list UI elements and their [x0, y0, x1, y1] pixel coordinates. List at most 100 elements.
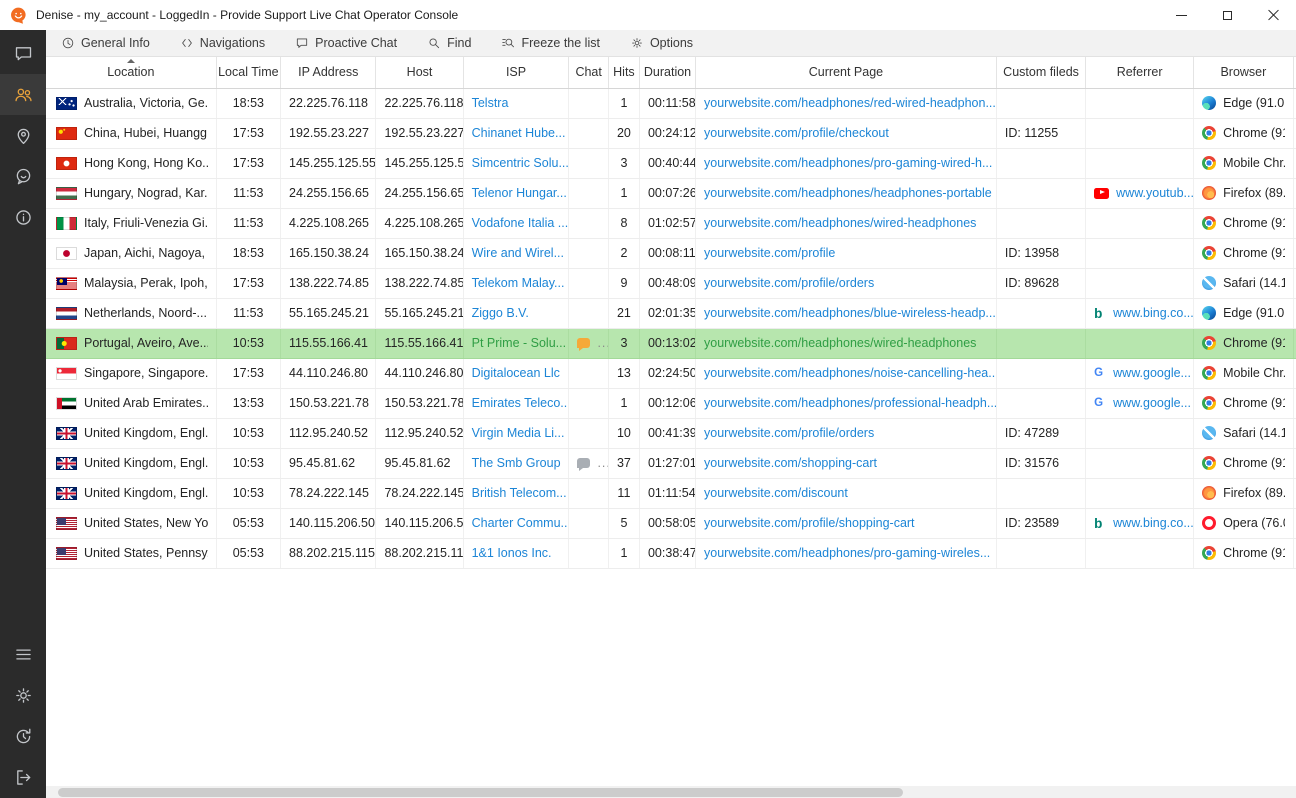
column-header-location[interactable]: Location: [46, 57, 216, 88]
browser-cell: Chrome (91...: [1194, 448, 1294, 478]
chat-more-text: ...: [597, 456, 608, 470]
sidebar-item-logout[interactable]: [0, 757, 46, 798]
isp-link[interactable]: Ziggo B.V.: [472, 306, 529, 320]
isp-link[interactable]: The Smb Group: [472, 456, 561, 470]
current-page-link[interactable]: yourwebsite.com/headphones/pro-gaming-wi…: [704, 156, 992, 170]
column-header-browser[interactable]: Browser: [1194, 57, 1294, 88]
referrer-link[interactable]: www.google...: [1113, 396, 1191, 410]
sidebar-item-menu[interactable]: [0, 634, 46, 675]
column-header-isp[interactable]: ISP: [463, 57, 569, 88]
current-page-link[interactable]: yourwebsite.com/profile/checkout: [704, 126, 889, 140]
visitor-row[interactable]: China, Hubei, Huangg...17:53192.55.23.22…: [46, 118, 1296, 148]
referrer-link[interactable]: www.youtub...: [1116, 186, 1193, 200]
current-page-link[interactable]: yourwebsite.com/headphones/wired-headpho…: [704, 336, 976, 350]
visitor-row[interactable]: United States, Pennsy...05:5388.202.215.…: [46, 538, 1296, 568]
visitor-row[interactable]: United Kingdom, Engl...10:5378.24.222.14…: [46, 478, 1296, 508]
current-page-link[interactable]: yourwebsite.com/headphones/red-wired-hea…: [704, 96, 996, 110]
horizontal-scrollbar[interactable]: [46, 786, 1296, 798]
referrer-link[interactable]: www.bing.co...: [1113, 306, 1193, 320]
toolbar-find[interactable]: Find: [427, 36, 471, 50]
visitor-row[interactable]: United Arab Emirates...13:53150.53.221.7…: [46, 388, 1296, 418]
visitor-row[interactable]: Japan, Aichi, Nagoya, ...18:53165.150.38…: [46, 238, 1296, 268]
referrer-cell: [1086, 448, 1194, 478]
host-cell: 165.150.38.24: [376, 238, 463, 268]
toolbar-proactive-chat[interactable]: Proactive Chat: [295, 36, 397, 50]
current-page-link[interactable]: yourwebsite.com/profile: [704, 246, 835, 260]
close-button[interactable]: [1250, 0, 1296, 30]
column-header-hits[interactable]: Hits: [608, 57, 639, 88]
isp-link[interactable]: 1&1 Ionos Inc.: [472, 546, 552, 560]
chrome-browser-icon: [1202, 396, 1216, 410]
visitor-row[interactable]: Hong Kong, Hong Ko...17:53145.255.125.55…: [46, 148, 1296, 178]
current-page-link[interactable]: yourwebsite.com/profile/shopping-cart: [704, 516, 915, 530]
isp-link[interactable]: Telstra: [472, 96, 509, 110]
current-page-link[interactable]: yourwebsite.com/headphones/wired-headpho…: [704, 216, 976, 230]
country-flag-icon: [56, 157, 77, 170]
chat-cell: [569, 208, 608, 238]
isp-link[interactable]: Charter Commu...: [472, 516, 569, 530]
sidebar-item-history[interactable]: [0, 716, 46, 757]
scrollbar-thumb[interactable]: [58, 788, 903, 797]
isp-link[interactable]: Virgin Media Li...: [472, 426, 565, 440]
toolbar-general-info[interactable]: General Info: [61, 36, 150, 50]
column-header-custom-fileds[interactable]: Custom fileds: [996, 57, 1085, 88]
visitor-row[interactable]: Hungary, Nograd, Kar...11:5324.255.156.6…: [46, 178, 1296, 208]
opera-browser-icon: [1202, 516, 1216, 530]
current-page-link[interactable]: yourwebsite.com/headphones/blue-wireless…: [704, 306, 996, 320]
toolbar-navigations[interactable]: Navigations: [180, 36, 265, 50]
sidebar-item-settings[interactable]: [0, 675, 46, 716]
column-header-referrer[interactable]: Referrer: [1086, 57, 1194, 88]
visitor-row[interactable]: Portugal, Aveiro, Ave...10:53115.55.166.…: [46, 328, 1296, 358]
column-header-duration[interactable]: Duration: [639, 57, 695, 88]
current-page-link[interactable]: yourwebsite.com/headphones/headphones-po…: [704, 186, 992, 200]
column-header-ip-address[interactable]: IP Address: [281, 57, 376, 88]
column-header-chat[interactable]: Chat: [569, 57, 608, 88]
current-page-link[interactable]: yourwebsite.com/headphones/noise-cancell…: [704, 366, 996, 380]
toolbar-freeze-list[interactable]: Freeze the list: [501, 36, 600, 50]
visitor-row[interactable]: Italy, Friuli-Venezia Gi...11:534.225.10…: [46, 208, 1296, 238]
visitor-row[interactable]: United Kingdom, Engl...10:5395.45.81.629…: [46, 448, 1296, 478]
current-page-link[interactable]: yourwebsite.com/headphones/pro-gaming-wi…: [704, 546, 990, 560]
sidebar-item-proactive-chat[interactable]: [0, 156, 46, 197]
sidebar-item-geo-location[interactable]: [0, 115, 46, 156]
visitor-row[interactable]: Australia, Victoria, Ge...18:5322.225.76…: [46, 88, 1296, 118]
google-icon: [1094, 397, 1106, 410]
isp-link[interactable]: Vodafone Italia ...: [472, 216, 569, 230]
column-header-host[interactable]: Host: [376, 57, 463, 88]
isp-link[interactable]: Simcentric Solu...: [472, 156, 569, 170]
ip-address-cell: 115.55.166.41: [281, 328, 376, 358]
visitor-row[interactable]: Singapore, Singapore...17:5344.110.246.8…: [46, 358, 1296, 388]
duration-cell: 00:24:12: [639, 118, 695, 148]
isp-link[interactable]: Digitalocean Llc: [472, 366, 560, 380]
minimize-button[interactable]: [1158, 0, 1204, 30]
column-header-current-page[interactable]: Current Page: [696, 57, 997, 88]
visitor-row[interactable]: Malaysia, Perak, Ipoh, ...17:53138.222.7…: [46, 268, 1296, 298]
isp-link[interactable]: Emirates Teleco...: [472, 396, 569, 410]
isp-link[interactable]: Telekom Malay...: [472, 276, 565, 290]
isp-link[interactable]: Wire and Wirel...: [472, 246, 564, 260]
current-page-link[interactable]: yourwebsite.com/profile/orders: [704, 276, 874, 290]
location-cell: United Kingdom, Engl...: [46, 418, 216, 448]
sidebar-item-chats[interactable]: [0, 33, 46, 74]
visitor-row[interactable]: Netherlands, Noord-...11:5355.165.245.21…: [46, 298, 1296, 328]
visitor-row[interactable]: United Kingdom, Engl...10:53112.95.240.5…: [46, 418, 1296, 448]
toolbar-options[interactable]: Options: [630, 36, 693, 50]
current-page-link[interactable]: yourwebsite.com/discount: [704, 486, 848, 500]
current-page-link[interactable]: yourwebsite.com/profile/orders: [704, 426, 874, 440]
isp-link[interactable]: Chinanet Hube...: [472, 126, 566, 140]
local-time-cell: 11:53: [216, 178, 280, 208]
referrer-link[interactable]: www.bing.co...: [1113, 516, 1193, 530]
current-page-link[interactable]: yourwebsite.com/shopping-cart: [704, 456, 877, 470]
sidebar-item-info[interactable]: [0, 197, 46, 238]
country-flag-icon: [56, 277, 77, 290]
isp-link[interactable]: Telenor Hungar...: [472, 186, 567, 200]
maximize-button[interactable]: [1204, 0, 1250, 30]
current-page-link[interactable]: yourwebsite.com/headphones/professional-…: [704, 396, 996, 410]
sidebar-item-visitors[interactable]: [0, 74, 46, 115]
isp-link[interactable]: British Telecom...: [472, 486, 567, 500]
chrome-browser-icon: [1202, 246, 1216, 260]
visitor-row[interactable]: United States, New Yo...05:53140.115.206…: [46, 508, 1296, 538]
column-header-local-time[interactable]: Local Time: [216, 57, 280, 88]
referrer-link[interactable]: www.google...: [1113, 366, 1191, 380]
isp-link[interactable]: Pt Prime - Solu...: [472, 336, 566, 350]
